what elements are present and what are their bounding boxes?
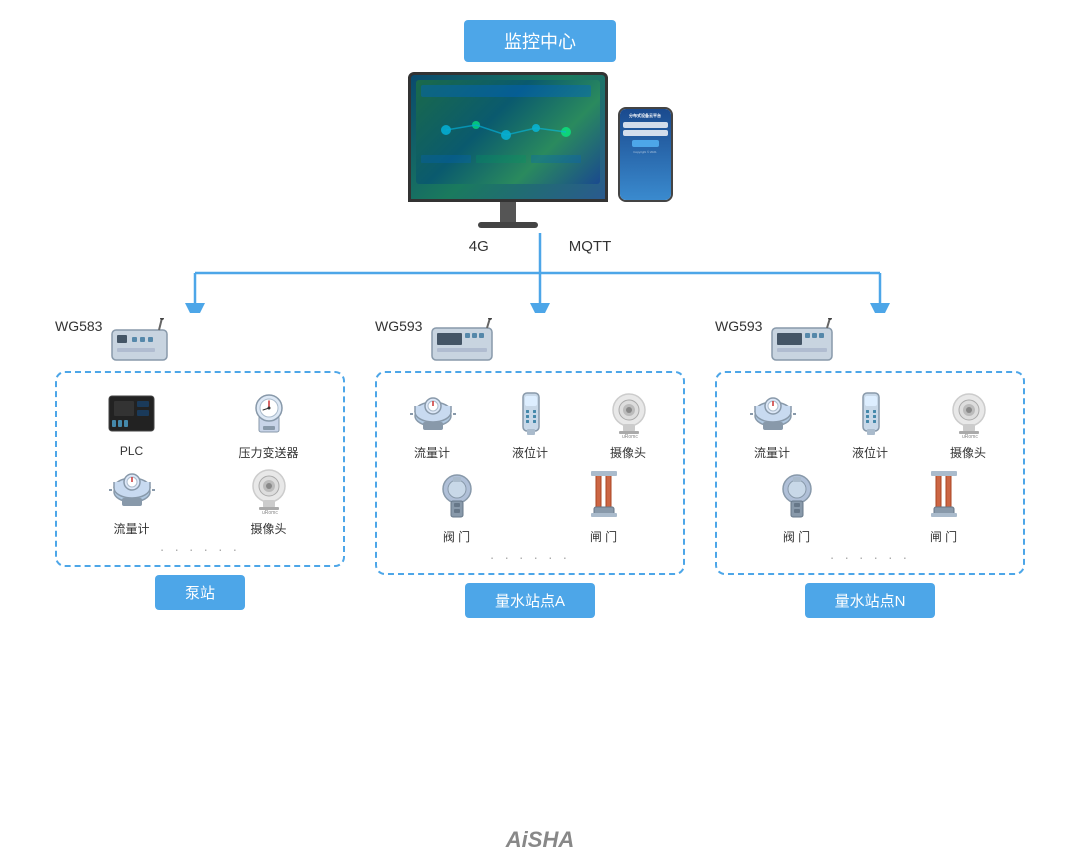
device-plc: PLC [67,385,196,461]
gateway-label-n: WG593 [715,318,762,334]
pressure-label: 压力变送器 [238,444,298,461]
gate-n-icon [914,469,974,524]
device-camera-n: uRomc 摄像头 [923,385,1013,461]
gateway-row-a: WG593 [375,318,507,363]
camera-a-label: 摄像头 [610,444,646,461]
valve-a-icon [427,469,487,524]
valve-n-icon [767,469,827,524]
flowmeter-n-icon [742,385,802,440]
dots-pump: · · · · · · [67,537,333,557]
device-grid-a-row1: 流量计 [387,385,673,461]
level-n-label: 液位计 [852,444,888,461]
monitor-stand [478,222,538,228]
protocol-mqtt: MQTT [569,238,612,255]
phone-title: 分布式设备云平台 [629,113,661,119]
station-badge-n: 量水站点N [805,583,936,618]
footer-brand: AiSHA [0,817,1080,863]
camera-n-label: 摄像头 [950,444,986,461]
device-valve-a: 阀 门 [387,469,526,545]
device-level-n: 液位计 [825,385,915,461]
station-badge-a: 量水站点A [465,583,595,618]
gateway-icon-n [767,318,847,363]
device-box-a: 流量计 [375,371,685,575]
camera-n-icon: uRomc [938,385,998,440]
svg-text:uRomc: uRomc [622,434,638,438]
flowmeter-a-label: 流量计 [414,444,450,461]
dots-n: · · · · · · [727,545,1013,565]
svg-text:uRomc: uRomc [962,434,978,438]
flowmeter-pump-icon [102,461,162,516]
camera-pump-label: 摄像头 [250,520,286,537]
flowmeter-n-label: 流量计 [754,444,790,461]
device-flowmeter-n: 流量计 [727,385,817,461]
plc-label: PLC [120,444,143,458]
level-a-icon [500,385,560,440]
protocol-4g: 4G [469,238,489,255]
monitor-center-label: 监控中心 [464,20,616,62]
gate-n-label: 闸 门 [930,528,957,545]
protocol-labels: 4G MQTT [469,238,612,255]
gateway-label-a: WG593 [375,318,422,334]
device-box-pump: PLC [55,371,345,567]
pump-station-column: WG583 [55,318,345,618]
gateway-row-n: WG593 [715,318,847,363]
level-a-label: 液位计 [512,444,548,461]
gateway-icon-pump [107,318,177,363]
monitor-wrap [408,72,608,228]
flowmeter-pump-label: 流量计 [113,520,149,537]
device-grid-a-row2: 阀 门 闸 门 [387,469,673,545]
device-box-n: 流量计 [715,371,1025,575]
valve-a-label: 阀 门 [443,528,470,545]
gate-a-label: 闸 门 [590,528,617,545]
phone-wrap: 分布式设备云平台 Copyright © 2021 [618,107,673,202]
gateway-label-pump: WG583 [55,318,102,334]
plc-icon [102,385,162,440]
dots-a: · · · · · · [387,545,673,565]
stations-row: WG583 [40,318,1040,618]
valve-n-label: 阀 门 [783,528,810,545]
device-camera-a: uRomc 摄像头 [583,385,673,461]
device-grid-pump-row2: 流量计 uRomc [67,461,333,537]
gateway-icon-a [427,318,507,363]
device-level-a: 液位计 [485,385,575,461]
station-badge-pump: 泵站 [155,575,245,610]
camera-a-icon: uRomc [598,385,658,440]
monitor-base [500,202,516,222]
device-flowmeter-pump: 流量计 [67,461,196,537]
device-grid-n-row2: 阀 门 闸 门 [727,469,1013,545]
water-station-a-column: WG593 [375,318,685,618]
phone-screen: 分布式设备云平台 Copyright © 2021 [620,109,671,200]
device-gate-a: 闸 门 [534,469,673,545]
phone-footer-text: Copyright © 2021 [633,150,656,154]
monitor-screen [408,72,608,202]
phone-btn [632,140,659,147]
camera-pump-icon: uRomc [239,461,299,516]
pressure-icon [239,385,299,440]
monitor-section: 分布式设备云平台 Copyright © 2021 [408,72,673,228]
connection-area: 4G MQTT [40,233,1040,313]
device-pressure: 压力变送器 [204,385,333,461]
map-overlay [416,80,600,184]
device-grid-pump-row1: PLC [67,385,333,461]
phone-field-2 [623,130,668,136]
level-n-icon [840,385,900,440]
gate-a-icon [574,469,634,524]
device-grid-n-row1: 流量计 [727,385,1013,461]
flowmeter-a-icon [402,385,462,440]
gateway-row-pump: WG583 [55,318,177,363]
phone-field-1 [623,122,668,128]
svg-text:uRomc: uRomc [262,510,278,514]
device-gate-n: 闸 门 [874,469,1013,545]
device-camera-pump: uRomc 摄像头 [204,461,333,537]
main-container: 监控中心 [0,0,1080,863]
monitor-screen-inner [411,75,605,199]
device-valve-n: 阀 门 [727,469,866,545]
water-station-n-column: WG593 [715,318,1025,618]
device-flowmeter-a: 流量计 [387,385,477,461]
